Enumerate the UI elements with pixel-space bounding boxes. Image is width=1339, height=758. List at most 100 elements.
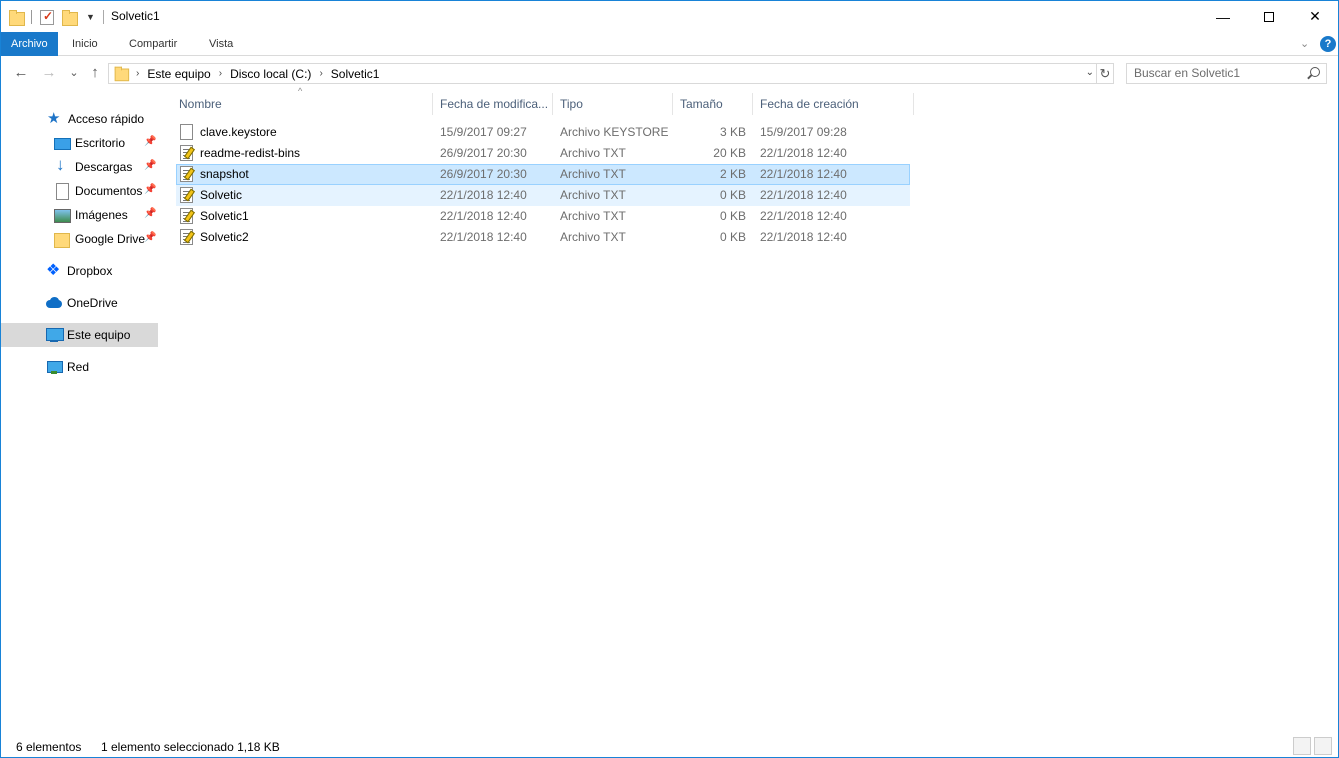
chevron-right-icon[interactable]: › [319,68,322,79]
file-size: 20 KB [713,146,746,160]
sidebar-item-imagenes[interactable]: Imágenes 📌 [1,203,158,227]
properties-icon[interactable] [40,9,54,25]
column-header-fecha-modificacion[interactable]: Fecha de modifica... [436,93,553,115]
file-created: 22/1/2018 12:40 [760,209,847,223]
folder-icon[interactable] [9,9,25,26]
sidebar-item-escritorio[interactable]: Escritorio 📌 [1,131,158,155]
file-type: Archivo TXT [560,188,626,202]
file-name: readme-redist-bins [200,146,301,160]
close-button[interactable]: ✕ [1292,1,1338,32]
file-row[interactable]: clave.keystore 15/9/2017 09:27 Archivo K… [176,122,910,143]
text-file-icon [180,166,193,182]
breadcrumb-solvetic1[interactable]: Solvetic1 [331,67,380,81]
file-name: clave.keystore [200,125,277,139]
file-row[interactable]: Solvetic1 22/1/2018 12:40 Archivo TXT 0 … [176,206,910,227]
file-row-hover[interactable]: Solvetic 22/1/2018 12:40 Archivo TXT 0 K… [176,185,910,206]
title-divider [103,10,104,24]
pin-icon[interactable]: 📌 [144,136,156,147]
chevron-right-icon[interactable]: › [136,68,139,79]
pin-icon[interactable]: 📌 [144,184,156,195]
search-icon[interactable] [1310,67,1320,77]
sidebar-item-red[interactable]: Red [1,355,158,379]
file-name: snapshot [200,167,249,181]
status-selection: 1 elemento seleccionado 1,18 KB [101,740,280,754]
column-header-nombre[interactable]: Nombre [175,93,433,115]
status-item-count: 6 elementos [16,740,82,754]
pin-icon[interactable]: 📌 [144,208,156,219]
forward-button[interactable]: → [39,63,59,83]
sidebar-item-descargas[interactable]: Descargas 📌 [1,155,158,179]
sidebar-item-acceso-rapido[interactable]: Acceso rápido [1,107,158,131]
file-name: Solvetic1 [200,209,249,223]
file-size: 0 KB [719,209,746,223]
sidebar-item-label: Escritorio [75,136,126,150]
sidebar-item-documentos[interactable]: Documentos 📌 [1,179,158,203]
sidebar-item-label: Imágenes [75,208,128,222]
file-name: Solvetic2 [200,230,249,244]
customize-toolbar-icon[interactable]: ▼ [86,12,95,22]
column-header-tamano[interactable]: Tamaño [676,93,753,115]
file-modified: 15/9/2017 09:27 [440,125,527,139]
file-modified: 22/1/2018 12:40 [440,209,527,223]
minimize-button[interactable]: — [1200,1,1246,32]
up-button[interactable]: ↑ [85,63,105,83]
text-file-icon [180,208,193,224]
dropbox-icon [46,260,62,280]
refresh-button[interactable]: ↻ [1097,63,1114,84]
pin-icon[interactable]: 📌 [144,232,156,243]
title-bar: ▼ Solvetic1 — ✕ [1,1,1338,32]
chevron-right-icon[interactable]: › [219,68,222,79]
quick-access-toolbar: ▼ [9,8,95,26]
quick-access-icon [47,109,63,127]
sidebar-item-google-drive[interactable]: Google Drive 📌 [1,227,158,251]
address-bar[interactable]: › Este equipo › Disco local (C:) › Solve… [108,63,1097,84]
text-file-icon [180,145,193,161]
breadcrumb-este-equipo[interactable]: Este equipo [147,67,210,81]
file-size: 2 KB [719,167,746,181]
sidebar-item-onedrive[interactable]: OneDrive [1,291,158,315]
tab-archivo[interactable]: Archivo [1,32,58,56]
details-view-icon[interactable] [1293,737,1311,755]
breadcrumb-disco-local[interactable]: Disco local (C:) [230,67,311,81]
minimize-icon: — [1216,8,1230,25]
sidebar-item-label: Google Drive [75,232,146,246]
address-dropdown-icon[interactable]: ⌄ [1086,67,1094,78]
new-folder-icon[interactable] [62,9,78,26]
back-button[interactable]: ← [11,63,31,83]
maximize-button[interactable] [1246,1,1292,32]
text-file-icon [180,229,193,245]
file-icon [180,124,193,140]
tab-inicio[interactable]: Inicio [60,32,110,56]
folder-icon [114,66,130,82]
file-created: 15/9/2017 09:28 [760,125,847,139]
sidebar-item-dropbox[interactable]: Dropbox [1,259,158,283]
file-type: Archivo TXT [560,167,626,181]
file-size: 0 KB [719,230,746,244]
sidebar-item-label: Descargas [75,160,133,174]
file-row[interactable]: Solvetic2 22/1/2018 12:40 Archivo TXT 0 … [176,227,910,248]
recent-locations-button[interactable]: ⌄ [64,63,84,83]
tab-compartir[interactable]: Compartir [117,32,189,56]
toolbar-divider [31,10,32,24]
column-header-fecha-creacion[interactable]: Fecha de creación [756,93,914,115]
sidebar-item-este-equipo[interactable]: Este equipo [1,323,158,347]
expand-ribbon-icon[interactable]: ⌄ [1300,37,1309,50]
search-input[interactable]: Buscar en Solvetic1 [1126,63,1327,84]
pin-icon[interactable]: 📌 [144,160,156,171]
downloads-icon [54,155,70,175]
file-modified: 22/1/2018 12:40 [440,230,527,244]
this-pc-icon [46,327,64,343]
tab-vista[interactable]: Vista [197,32,245,56]
pictures-icon [54,207,71,223]
file-type: Archivo TXT [560,209,626,223]
file-row[interactable]: readme-redist-bins 26/9/2017 20:30 Archi… [176,143,910,164]
documents-icon [54,183,70,200]
navigation-pane: Acceso rápido Escritorio 📌 Descargas 📌 D… [1,89,161,729]
help-icon[interactable]: ? [1320,36,1336,52]
file-row-selected[interactable]: snapshot 26/9/2017 20:30 Archivo TXT 2 K… [176,164,910,185]
large-icons-view-icon[interactable] [1314,737,1332,755]
sidebar-item-label: Acceso rápido [68,112,145,126]
text-file-icon [180,187,193,203]
desktop-icon [54,135,71,151]
column-header-tipo[interactable]: Tipo [556,93,673,115]
